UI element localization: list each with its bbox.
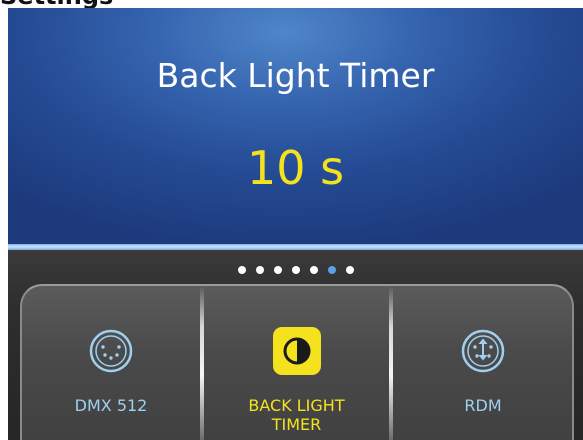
menu-item-back-light-timer[interactable]: BACK LIGHT TIMER [204, 298, 389, 440]
page-dot[interactable] [237, 266, 246, 274]
page-indicator [8, 263, 583, 277]
device-screen: Back Light Timer 10 s DMX 512 BACK LIGHT… [8, 8, 583, 440]
app-frame: Settings Back Light Timer 10 s [0, 0, 583, 440]
page-header-text: Settings [0, 0, 113, 8]
contrast-icon [272, 326, 322, 376]
menu-item-label: DMX 512 [74, 396, 148, 415]
page-dot[interactable] [309, 266, 318, 274]
setting-title: Back Light Timer [156, 56, 435, 95]
page-dot[interactable] [327, 266, 336, 274]
rdm-connector-icon [458, 326, 508, 376]
value-display: Back Light Timer 10 s [8, 8, 583, 248]
menu-item-rdm[interactable]: RDM [393, 298, 573, 440]
page-dot[interactable] [273, 266, 282, 274]
page-dot[interactable] [291, 266, 300, 274]
dmx-connector-icon [86, 326, 136, 376]
page-dot[interactable] [345, 266, 354, 274]
page-dot[interactable] [255, 266, 264, 274]
menu-item-label: RDM [464, 396, 502, 415]
setting-value[interactable]: 10 s [8, 141, 583, 195]
menu-item-dmx-512[interactable]: DMX 512 [22, 298, 200, 440]
menu-item-label: BACK LIGHT TIMER [248, 396, 345, 434]
page-header-crop: Settings [0, 0, 583, 8]
